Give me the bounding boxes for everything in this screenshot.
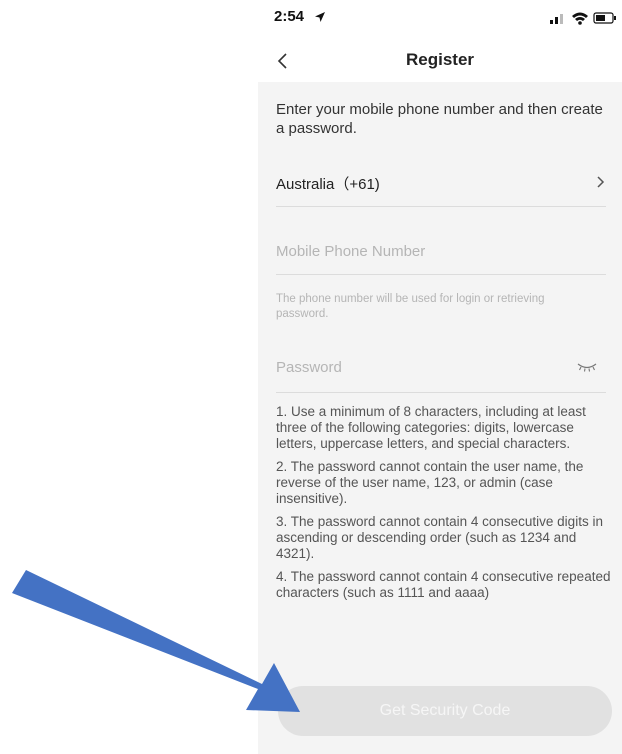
password-rule: 2. The password cannot contain the user … bbox=[276, 459, 584, 506]
status-time: 2:54 bbox=[274, 8, 305, 25]
mobile-phone-input[interactable] bbox=[276, 228, 606, 275]
country-label: Australia（+61) bbox=[276, 176, 380, 193]
intro-text: Enter your mobile phone number and then … bbox=[276, 101, 603, 137]
wifi-icon bbox=[572, 12, 588, 25]
chevron-right-icon bbox=[597, 176, 605, 188]
battery-icon bbox=[593, 12, 616, 24]
password-rules: 1. Use a minimum of 8 characters, includ… bbox=[276, 404, 612, 608]
password-rule: 3. The password cannot contain 4 consecu… bbox=[276, 514, 603, 561]
status-icons bbox=[550, 12, 616, 25]
signal-icon bbox=[550, 14, 563, 24]
password-row bbox=[276, 344, 606, 393]
password-input[interactable] bbox=[276, 344, 566, 390]
password-rule: 4. The password cannot contain 4 consecu… bbox=[276, 569, 611, 600]
page-title: Register bbox=[405, 50, 475, 69]
phone-hint: The phone number will be used for login … bbox=[276, 293, 545, 320]
password-rule: 1. Use a minimum of 8 characters, includ… bbox=[276, 404, 586, 451]
status-bar: 2:54 bbox=[258, 0, 622, 40]
get-security-code-button[interactable]: Get Security Code bbox=[278, 686, 612, 736]
location-arrow-icon bbox=[315, 12, 325, 22]
nav-bar: Register bbox=[258, 40, 622, 82]
country-selector[interactable]: Australia（+61) bbox=[276, 160, 606, 207]
eye-closed-icon[interactable] bbox=[576, 360, 598, 374]
